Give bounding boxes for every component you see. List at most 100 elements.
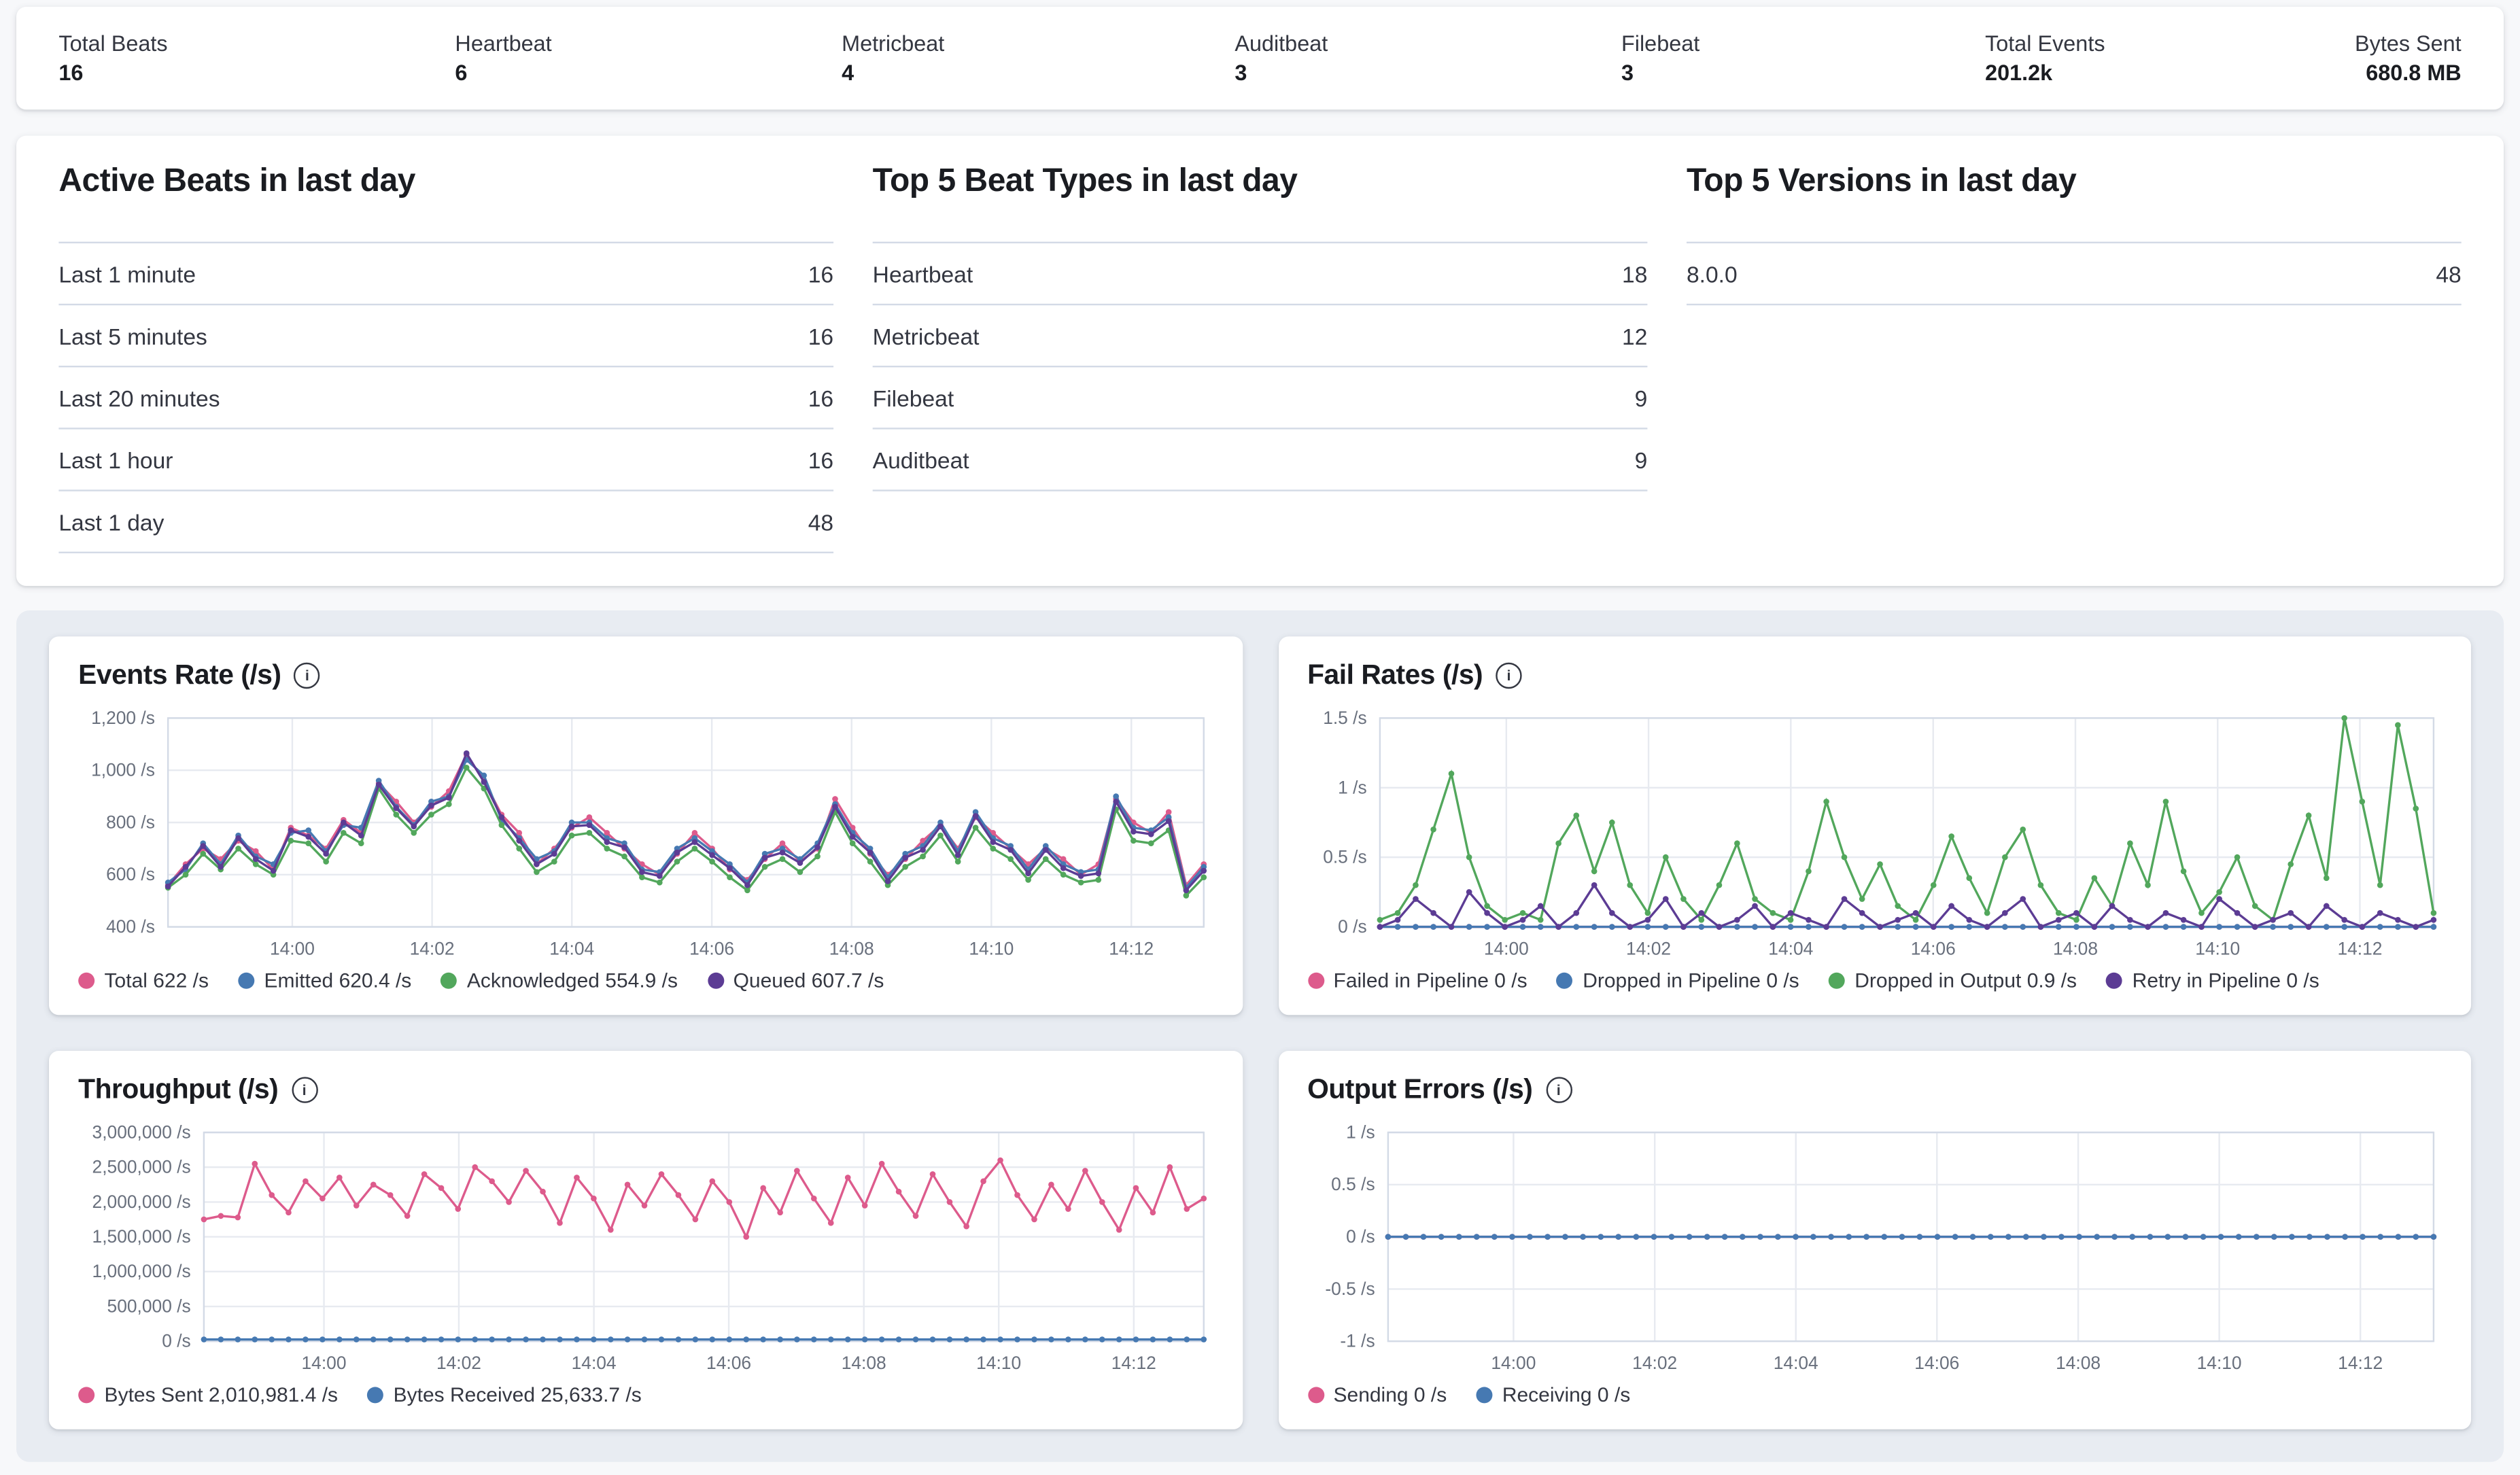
svg-text:0 /s: 0 /s bbox=[162, 1331, 191, 1351]
stat-metricbeat: Metricbeat 4 bbox=[842, 31, 1235, 85]
x-axis-labels: 14:0014:0214:0414:0614:0814:1014:12 bbox=[1483, 938, 2382, 958]
events-rate-canvas[interactable]: 400 /s600 /s800 /s1,000 /s1,200 /s14:001… bbox=[75, 701, 1213, 966]
legend-label: Receiving 0 /s bbox=[1502, 1384, 1630, 1407]
stat-bytes-sent: Bytes Sent 680.8 MB bbox=[2344, 31, 2462, 85]
svg-text:1,500,000 /s: 1,500,000 /s bbox=[92, 1226, 191, 1247]
plot-border bbox=[1379, 718, 2433, 926]
summary-beat-types: Top 5 Beat Types in last day Heartbeat 1… bbox=[873, 158, 1648, 553]
series-acknowledged-line bbox=[168, 767, 1204, 895]
legend-item-bytes-sent[interactable]: Bytes Sent 2,010,981.4 /s bbox=[78, 1384, 338, 1407]
legend-dot bbox=[78, 973, 94, 989]
legend-item-dropped-in-output[interactable]: Dropped in Output 0.9 /s bbox=[1829, 969, 2077, 992]
svg-text:600 /s: 600 /s bbox=[106, 864, 155, 884]
stat-label: Metricbeat bbox=[842, 31, 1235, 56]
legend-item-dropped-in-pipeline[interactable]: Dropped in Pipeline 0 /s bbox=[1557, 969, 1799, 992]
output-errors-chart[interactable]: -1 /s-0.5 /s0 /s0.5 /s1 /s14:0014:0214:0… bbox=[1304, 1116, 2445, 1381]
svg-text:14:12: 14:12 bbox=[1111, 1353, 1156, 1373]
summary-title: Top 5 Versions in last day bbox=[1687, 158, 2462, 204]
row-label: Last 1 hour bbox=[58, 447, 173, 472]
svg-text:1 /s: 1 /s bbox=[1345, 1122, 1375, 1142]
stat-value: 3 bbox=[1621, 60, 1985, 85]
legend-dot bbox=[238, 973, 254, 989]
svg-text:14:06: 14:06 bbox=[1910, 938, 1955, 958]
chart-panel-fail-rates: Fail Rates (/s) i 0 /s0.5 /s1 /s1.5 /s14… bbox=[1278, 636, 2471, 1015]
legend-dot bbox=[1476, 1387, 1492, 1403]
fail-rates-chart[interactable]: 0 /s0.5 /s1 /s1.5 /s14:0014:0214:0414:06… bbox=[1304, 701, 2445, 966]
row-value: 48 bbox=[808, 508, 833, 534]
fail-rates-canvas[interactable]: 0 /s0.5 /s1 /s1.5 /s14:0014:0214:0414:06… bbox=[1304, 701, 2443, 966]
svg-text:14:06: 14:06 bbox=[706, 1353, 751, 1373]
info-icon[interactable]: i bbox=[1546, 1077, 1572, 1103]
stat-label: Bytes Sent bbox=[2344, 31, 2462, 56]
legend-item-retry-in-pipeline[interactable]: Retry in Pipeline 0 /s bbox=[2106, 969, 2319, 992]
series-emitted-points bbox=[165, 757, 1207, 891]
table-row: Heartbeat 18 bbox=[873, 242, 1648, 304]
throughput-chart[interactable]: 0 /s500,000 /s1,000,000 /s1,500,000 /s2,… bbox=[75, 1116, 1215, 1381]
info-icon[interactable]: i bbox=[294, 663, 320, 689]
stat-auditbeat: Auditbeat 3 bbox=[1235, 31, 1621, 85]
info-icon[interactable]: i bbox=[1496, 663, 1521, 689]
svg-text:0 /s: 0 /s bbox=[1345, 1226, 1375, 1247]
gridlines bbox=[168, 718, 1204, 926]
legend-label: Dropped in Output 0.9 /s bbox=[1854, 969, 2077, 992]
legend-dot bbox=[78, 1387, 94, 1403]
events-rate-chart[interactable]: 400 /s600 /s800 /s1,000 /s1,200 /s14:001… bbox=[75, 701, 1215, 966]
stat-label: Heartbeat bbox=[455, 31, 842, 56]
summary-panel: Active Beats in last day Last 1 minute 1… bbox=[16, 136, 2504, 586]
x-axis-labels: 14:0014:0214:0414:0614:0814:1014:12 bbox=[1490, 1353, 2382, 1373]
svg-text:14:04: 14:04 bbox=[549, 938, 594, 958]
row-label: Heartbeat bbox=[873, 260, 973, 286]
legend-item-sending[interactable]: Sending 0 /s bbox=[1307, 1384, 1447, 1407]
output-errors-canvas[interactable]: -1 /s-0.5 /s0 /s0.5 /s1 /s14:0014:0214:0… bbox=[1304, 1116, 2443, 1381]
chart-title: Output Errors (/s) bbox=[1307, 1074, 1532, 1107]
svg-text:500,000 /s: 500,000 /s bbox=[107, 1296, 191, 1316]
legend-item-emitted[interactable]: Emitted 620.4 /s bbox=[238, 969, 411, 992]
legend-item-acknowledged[interactable]: Acknowledged 554.9 /s bbox=[441, 969, 678, 992]
svg-text:14:12: 14:12 bbox=[1109, 938, 1154, 958]
stat-value: 6 bbox=[455, 60, 842, 85]
throughput-canvas[interactable]: 0 /s500,000 /s1,000,000 /s1,500,000 /s2,… bbox=[75, 1116, 1213, 1381]
stat-filebeat: Filebeat 3 bbox=[1621, 31, 1985, 85]
chart-panel-events-rate: Events Rate (/s) i 400 /s600 /s800 /s1,0… bbox=[49, 636, 1242, 1015]
chart-legend: Sending 0 /s Receiving 0 /s bbox=[1304, 1384, 2445, 1407]
legend-item-receiving[interactable]: Receiving 0 /s bbox=[1476, 1384, 1630, 1407]
legend-item-queued[interactable]: Queued 607.7 /s bbox=[707, 969, 884, 992]
svg-text:800 /s: 800 /s bbox=[106, 812, 155, 832]
stat-heartbeat: Heartbeat 6 bbox=[455, 31, 842, 85]
info-icon[interactable]: i bbox=[291, 1077, 317, 1103]
svg-text:14:10: 14:10 bbox=[976, 1353, 1021, 1373]
legend-label: Queued 607.7 /s bbox=[733, 969, 884, 992]
series-dropped-in-output-line bbox=[1379, 718, 2433, 920]
chart-header: Fail Rates (/s) i bbox=[1307, 659, 2442, 692]
svg-text:14:04: 14:04 bbox=[1767, 938, 1812, 958]
svg-text:3,000,000 /s: 3,000,000 /s bbox=[92, 1122, 191, 1142]
svg-text:14:08: 14:08 bbox=[842, 1353, 886, 1373]
legend-label: Failed in Pipeline 0 /s bbox=[1334, 969, 1527, 992]
svg-text:14:10: 14:10 bbox=[969, 938, 1014, 958]
table-row: Metricbeat 12 bbox=[873, 304, 1648, 366]
legend-item-bytes-received[interactable]: Bytes Received 25,633.7 /s bbox=[367, 1384, 642, 1407]
svg-text:14:10: 14:10 bbox=[2196, 1353, 2241, 1373]
row-value: 9 bbox=[1635, 447, 1648, 472]
svg-text:14:04: 14:04 bbox=[1773, 1353, 1818, 1373]
svg-text:1 /s: 1 /s bbox=[1337, 777, 1366, 797]
y-axis-labels: 0 /s0.5 /s1 /s1.5 /s bbox=[1322, 708, 1366, 937]
chart-legend: Total 622 /s Emitted 620.4 /s Acknowledged… bbox=[75, 969, 1215, 992]
row-value: 16 bbox=[808, 322, 833, 348]
legend-item-total[interactable]: Total 622 /s bbox=[78, 969, 209, 992]
legend-label: Bytes Received 25,633.7 /s bbox=[394, 1384, 642, 1407]
svg-text:1.5 /s: 1.5 /s bbox=[1322, 708, 1366, 728]
legend-dot bbox=[1557, 973, 1573, 989]
svg-text:14:12: 14:12 bbox=[2336, 938, 2381, 958]
stat-value: 680.8 MB bbox=[2344, 60, 2462, 85]
stats-bar: Total Beats 16 Heartbeat 6 Metricbeat 4 … bbox=[16, 7, 2504, 109]
y-axis-labels: 400 /s600 /s800 /s1,000 /s1,200 /s bbox=[91, 708, 155, 937]
row-label: Filebeat bbox=[873, 385, 954, 411]
chart-legend: Failed in Pipeline 0 /s Dropped in Pipeli… bbox=[1304, 969, 2445, 992]
legend-item-failed-in-pipeline[interactable]: Failed in Pipeline 0 /s bbox=[1307, 969, 1527, 992]
row-label: Last 20 minutes bbox=[58, 385, 220, 411]
x-axis-labels: 14:0014:0214:0414:0614:0814:1014:12 bbox=[270, 938, 1154, 958]
active-beats-table: Last 1 minute 16 Last 5 minutes 16 Last … bbox=[58, 242, 833, 553]
svg-text:14:08: 14:08 bbox=[2055, 1353, 2100, 1373]
row-label: Last 5 minutes bbox=[58, 322, 207, 348]
